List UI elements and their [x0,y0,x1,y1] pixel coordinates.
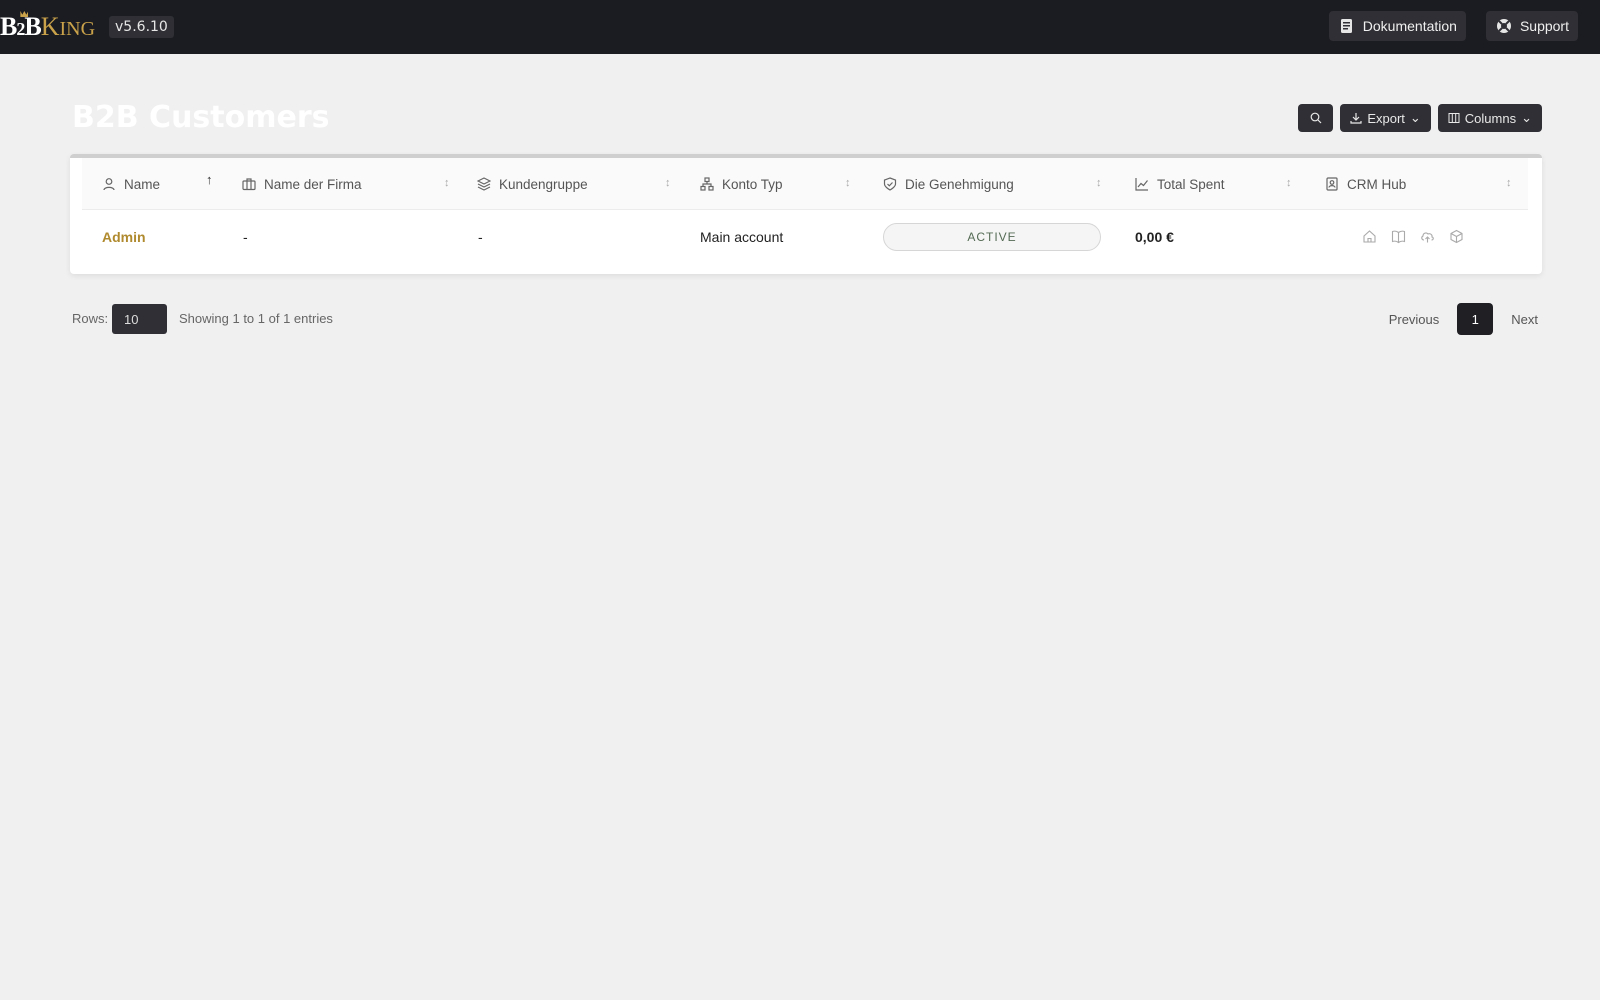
documentation-label: Dokumentation [1362,18,1457,34]
logo-k: K [40,12,60,41]
group-cell: - [478,229,483,245]
shield-icon [883,177,897,191]
chart-icon [1135,178,1148,191]
entries-info: Showing 1 to 1 of 1 entries [179,311,333,326]
sitemap-icon [700,177,714,191]
pagination: Previous 1 Next [1389,303,1538,335]
total-spent-cell: 0,00 € [1135,229,1174,245]
rows-label: Rows: [72,311,109,326]
layers-icon [477,177,491,191]
contact-icon [1326,177,1338,191]
status-badge[interactable]: ACTIVE [883,223,1101,251]
sort-crm-hub-icon[interactable]: ↕ [1506,177,1512,189]
logo-king: KING [41,12,95,42]
export-label: Export [1367,110,1405,126]
export-button[interactable]: Export ⌄ [1340,104,1431,132]
table-header: Name ↑ Name der Firma ↕ Kundengruppe ↕ K… [82,158,1528,210]
column-header-approval[interactable]: Die Genehmigung [883,158,1014,210]
documentation-button[interactable]: Dokumentation [1328,11,1466,41]
column-header-total-spent[interactable]: Total Spent [1135,158,1225,210]
sort-approval-icon[interactable]: ↕ [1096,177,1102,189]
page-button-1[interactable]: 1 [1457,303,1494,335]
user-icon [103,178,115,191]
support-button[interactable]: Support [1485,11,1578,41]
rows-per-page-select[interactable]: 10 [112,304,167,334]
column-header-company[interactable]: Name der Firma [242,158,362,210]
column-header-crm-hub[interactable]: CRM Hub [1325,158,1406,210]
search-icon [1310,112,1322,124]
customer-name-link[interactable]: Admin [102,211,146,263]
header-company-label: Name der Firma [264,176,362,192]
logo-2: 2 [16,19,25,39]
support-icon [1496,19,1511,33]
briefcase-icon [242,178,256,191]
column-header-name[interactable]: Name [102,158,160,210]
book-icon[interactable] [1391,229,1406,244]
home-icon[interactable] [1362,229,1377,244]
header-approval-label: Die Genehmigung [905,176,1014,192]
header-name-label: Name [124,176,161,192]
company-cell: - [243,229,248,245]
table-row: Admin - - Main account ACTIVE 0,00 € [82,211,1528,263]
column-header-account-type[interactable]: Konto Typ [700,158,783,210]
header-crm-hub-label: CRM Hub [1347,176,1407,192]
top-bar: B 2 B KING v5.6.10 Dokumentation Support [0,0,1600,54]
logo-ing: ING [59,18,96,40]
chevron-down-icon: ⌄ [1409,110,1421,125]
search-button[interactable] [1298,104,1334,132]
chevron-down-icon: ⌄ [1521,110,1532,125]
previous-page-button[interactable]: Previous [1389,312,1440,327]
header-group-label: Kundengruppe [499,176,588,192]
sort-ascending-icon[interactable]: ↑ [206,172,213,187]
account-type-cell: Main account [700,229,784,245]
download-icon [1350,113,1362,124]
sort-group-icon[interactable]: ↕ [665,177,671,189]
logo-b: B [0,12,17,41]
page-title: B2B Customers [72,100,330,135]
brand-logo[interactable]: B 2 B KING [0,12,95,42]
columns-button[interactable]: Columns ⌄ [1437,104,1542,132]
columns-label: Columns [1464,110,1517,126]
sort-account-type-icon[interactable]: ↕ [845,177,851,189]
support-label: Support [1519,18,1569,34]
box-icon[interactable] [1449,229,1464,244]
next-page-button[interactable]: Next [1511,312,1538,327]
customers-table: Name ↑ Name der Firma ↕ Kundengruppe ↕ K… [70,154,1542,274]
table-toolbar: Export ⌄ Columns ⌄ [1298,104,1542,132]
upload-icon[interactable] [1420,229,1435,244]
crm-hub-actions [1362,229,1464,244]
docs-icon [1340,19,1352,33]
header-account-type-label: Konto Typ [722,176,783,192]
header-total-spent-label: Total Spent [1157,176,1225,192]
column-header-group[interactable]: Kundengruppe [477,158,588,210]
sort-company-icon[interactable]: ↕ [444,177,450,189]
sort-total-spent-icon[interactable]: ↕ [1286,177,1292,189]
columns-icon [1448,113,1460,123]
version-badge: v5.6.10 [109,16,174,38]
